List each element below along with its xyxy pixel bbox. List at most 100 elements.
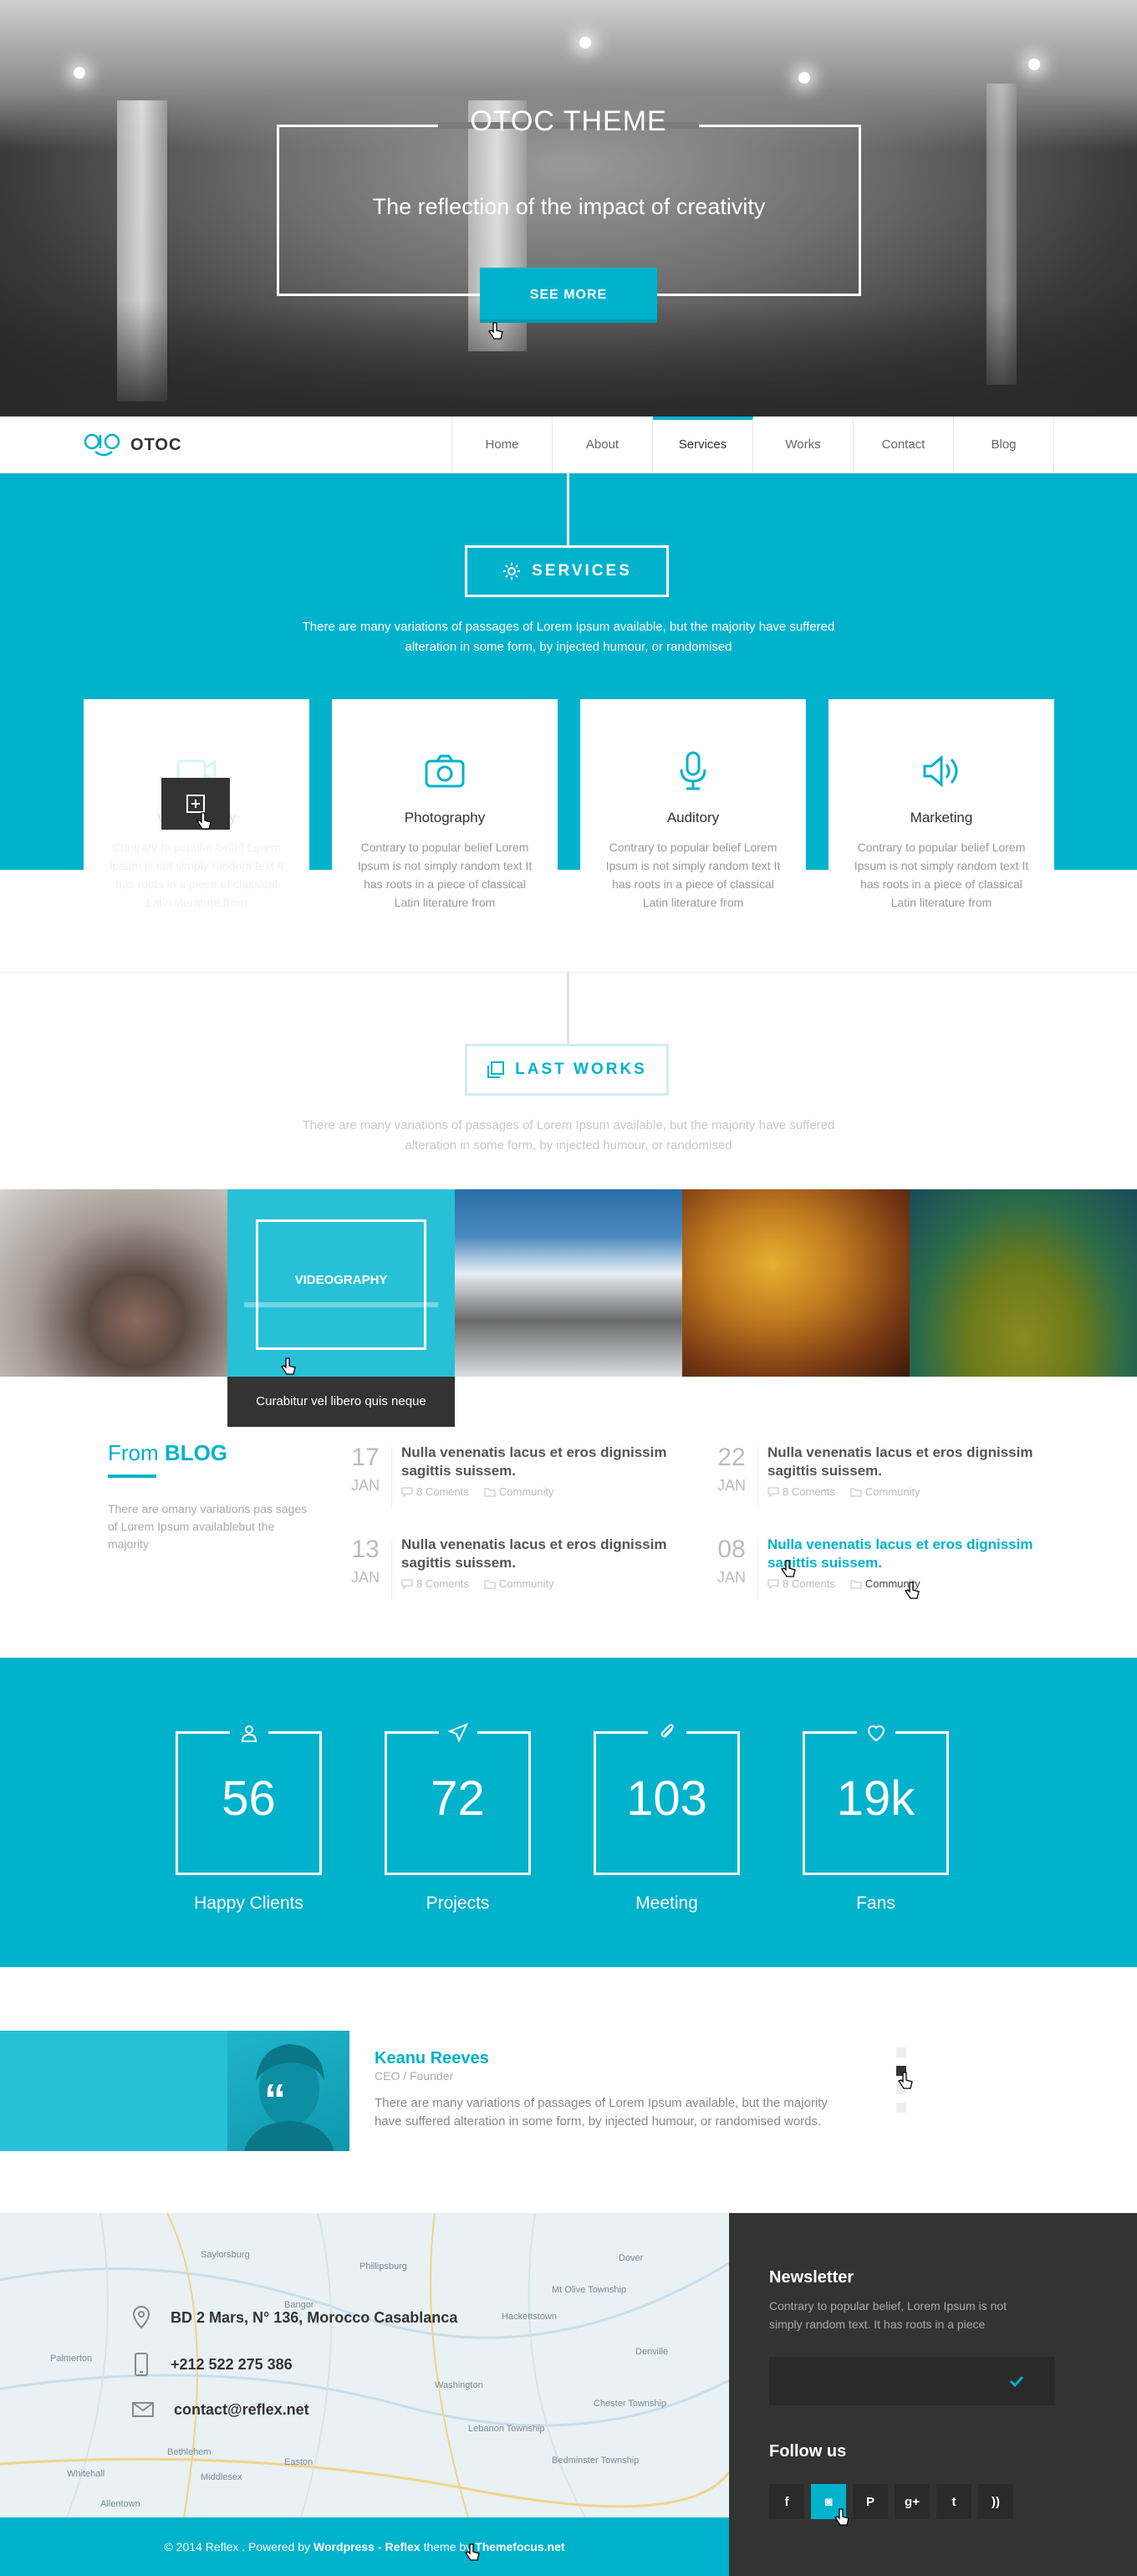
map-label: Mt Olive Township [552,2285,627,2295]
newsletter-description: Contrary to popular belief, Lorem Ipsum … [769,2299,1007,2331]
nav-item-works[interactable]: Works [753,417,854,473]
add-overlay-button[interactable] [161,778,230,830]
post-title[interactable]: Nulla venenatis lacus et eros dignissim … [767,1536,1043,1572]
wordpress-link[interactable]: Wordpress [314,2540,375,2553]
copyright-separator: - [377,2540,382,2553]
map-label: Washington [435,2380,483,2390]
service-card-auditory[interactable]: Auditory Contrary to popular belief Lorem… [580,699,806,909]
camera-icon [332,749,558,793]
gallery-tile-moss[interactable] [910,1189,1137,1377]
service-card-text: Contrary to popular belief Lorem Ipsum i… [357,841,533,909]
pagination-dot[interactable] [896,2103,906,2113]
gear-icon [503,563,521,580]
nav-item-contact[interactable]: Contact [854,417,954,473]
post-day: 17 [351,1444,380,1471]
contact-map[interactable]: Saylorsburg Bangor Palmerton Hackettstown Mt… [0,2213,729,2517]
map-label: Hackettstown [502,2312,558,2322]
hand-cursor-icon [834,2508,849,2526]
post-title[interactable]: Nulla venenatis lacus et eros dignissim … [767,1444,1043,1480]
post-comments[interactable]: 8 Coments [767,1485,835,1498]
contact-phone-row: +212 522 275 386 [130,2352,293,2377]
hero-section: OTOC THEME The reflection of the impact … [0,0,1137,417]
post-day: 22 [717,1444,746,1471]
newsletter-submit-button[interactable] [978,2357,1055,2405]
rss-icon[interactable]: )) [978,2484,1013,2519]
themefocus-link[interactable]: Themefocus.net [475,2540,564,2553]
nav-item-about[interactable]: About [553,417,653,473]
services-heading-button[interactable]: SERVICES [465,545,669,597]
stat-label: Happy Clients [194,1894,303,1913]
pinterest-icon[interactable]: P [853,2484,888,2519]
gallery-tile-cactus[interactable] [682,1189,910,1377]
testimonial-avatar: “ [227,2031,349,2151]
map-label: Middlesex [201,2472,242,2482]
map-label: Bedminster Township [552,2456,640,2466]
blog-post[interactable]: 08 JAN Nulla venenatis lacus et eros digni… [711,1536,1045,1602]
post-category[interactable]: Community [484,1485,554,1498]
stat-label: Meeting [635,1894,698,1913]
service-card-marketing[interactable]: Marketing Contrary to popular belief Lore… [829,699,1054,909]
see-more-button[interactable]: SEE MORE [480,268,657,323]
nav-item-blog[interactable]: Blog [954,417,1054,473]
service-card-title: Auditory [666,810,720,825]
newsletter-title: Newsletter [769,2268,854,2287]
map-label: Denville [635,2347,669,2357]
post-comments[interactable]: 8 Coments [767,1577,835,1590]
hero-background-light [579,37,591,49]
post-month: JAN [716,1477,746,1494]
blog-heading-underline [108,1475,156,1478]
post-comments-label: 8 Coments [416,1577,469,1590]
services-description: There are many variations of passages of… [302,620,835,654]
post-title[interactable]: Nulla venenatis lacus et eros dignissim … [401,1536,677,1572]
hero-background-light [1028,59,1040,70]
contact-email[interactable]: contact@reflex.net [174,2401,309,2419]
gallery-tile-cat[interactable] [0,1189,227,1377]
service-card-text: Contrary to popular belief Lorem Ipsum i… [109,841,284,909]
folder-icon [850,1579,862,1589]
blog-post[interactable]: 22 JAN Nulla venenatis lacus et eros digni… [711,1444,1045,1510]
blog-heading-from: From [108,1440,159,1465]
post-month: JAN [716,1569,746,1586]
contact-email-row: contact@reflex.net [130,2397,309,2422]
post-comments-label: 8 Coments [783,1577,835,1590]
pagination-dot[interactable] [896,2047,906,2057]
gallery-tile-videography[interactable]: VIDEOGRAPHY [227,1189,455,1377]
gallery-tile-mountains[interactable] [455,1189,682,1377]
testimonial-role: CEO / Founder [375,2069,454,2083]
paperclip-icon [648,1720,686,1745]
post-comments[interactable]: 8 Coments [401,1485,469,1498]
heart-icon [857,1720,895,1745]
envelope-icon [132,2402,154,2417]
service-card-title: Marketing [910,810,973,825]
reflex-link[interactable]: Reflex [385,2540,421,2553]
post-comments[interactable]: 8 Coments [401,1577,469,1590]
facebook-icon[interactable]: f [769,2484,804,2519]
hero-subtitle: The reflection of the impact of creativi… [372,194,766,219]
service-card-photography[interactable]: Photography Contrary to popular belief Lo… [332,699,558,909]
twitter-icon[interactable]: t [936,2484,971,2519]
google-plus-icon[interactable]: g+ [895,2484,930,2519]
stats-section [0,1658,1137,1967]
blog-post[interactable]: 17 JAN Nulla venenatis lacus et eros digni… [344,1444,679,1510]
nav-item-services[interactable]: Services [653,417,753,473]
blog-post[interactable]: 13 JAN Nulla venenatis lacus et eros digni… [344,1536,679,1602]
comment-icon [767,1578,779,1589]
logo[interactable]: OTOC [84,430,181,460]
copyright-text: © 2014 Reflex . Powered by [164,2540,310,2553]
last-works-heading-button[interactable]: LAST WORKS [465,1044,669,1096]
service-card-text: Contrary to popular belief Lorem Ipsum i… [605,841,781,909]
contact-phone: +212 522 275 386 [171,2355,293,2373]
speaker-icon [829,749,1054,793]
logo-text: OTOC [130,435,182,454]
post-category[interactable]: Community [484,1577,554,1590]
post-category[interactable]: Community [850,1485,920,1498]
folder-icon [850,1487,862,1497]
map-label: Bethlehem [167,2447,212,2457]
stat-box-meeting: 103 [594,1720,740,1875]
post-title[interactable]: Nulla venenatis lacus et eros dignissim … [401,1444,677,1480]
nav-item-home[interactable]: Home [452,417,553,473]
social-links: f ◙ Pg+ t)) [769,2484,1013,2519]
send-icon [439,1720,477,1745]
svg-text:“: “ [264,2076,286,2124]
newsletter-email-input[interactable] [769,2357,978,2405]
